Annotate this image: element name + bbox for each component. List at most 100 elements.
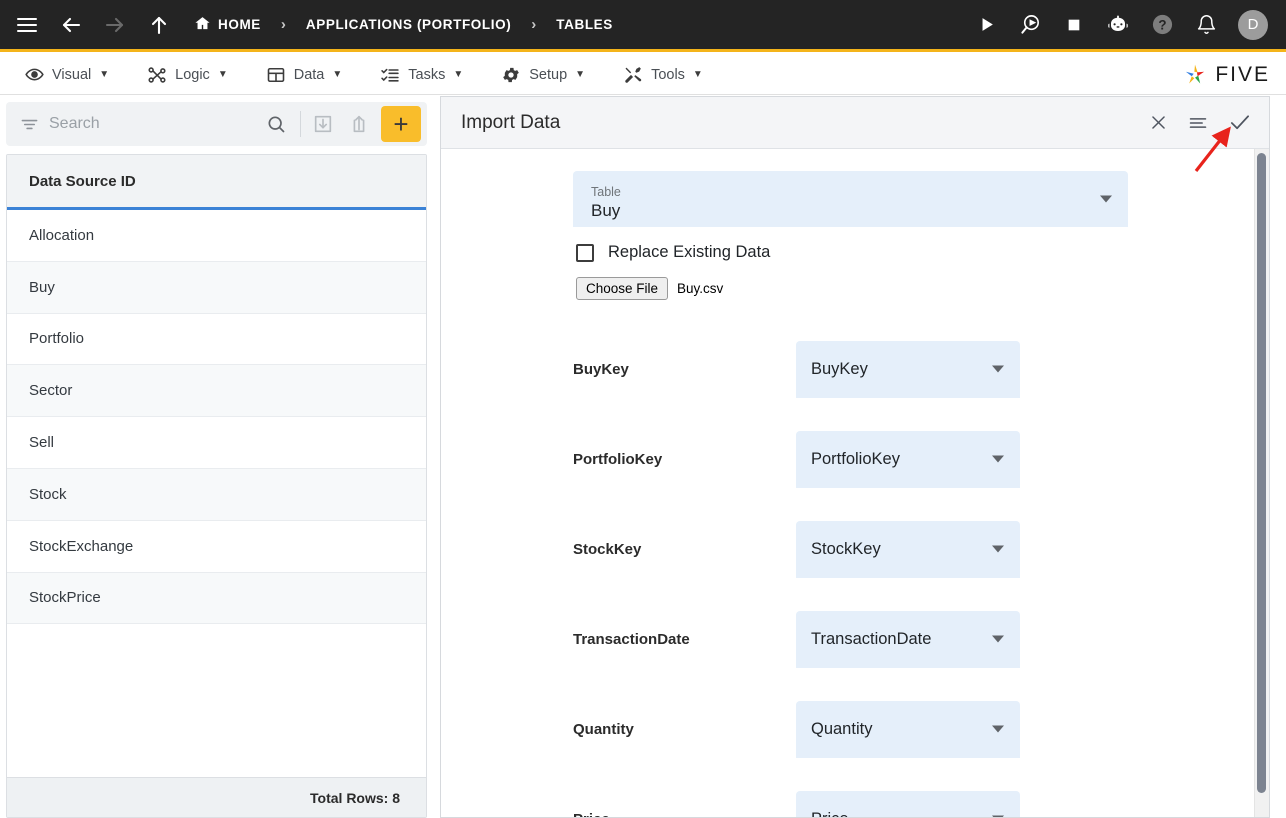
breadcrumb-item-tables[interactable]: TABLES — [550, 17, 619, 32]
chevron-down-icon[interactable] — [992, 365, 1004, 373]
robot-icon[interactable] — [1098, 8, 1138, 42]
list-item[interactable]: Sell — [7, 417, 426, 469]
divider — [300, 111, 301, 137]
list-item[interactable]: Sector — [7, 365, 426, 418]
data-source-grid: Data Source ID Allocation Buy Portfolio … — [6, 154, 427, 818]
mapping-label: Price — [441, 811, 663, 818]
mapping-label: TransactionDate — [573, 630, 690, 648]
chevron-down-icon: ▼ — [575, 69, 586, 80]
mapping-row: Quantity Quantity — [441, 684, 1269, 774]
logic-nodes-icon — [147, 65, 167, 85]
breadcrumb-item-home[interactable]: HOME — [188, 15, 267, 35]
add-data-source-button[interactable]: + — [381, 106, 421, 142]
mapping-row: BuyKey BuyKey — [441, 324, 1269, 414]
list-item[interactable]: Allocation — [7, 210, 426, 262]
chevron-down-icon[interactable] — [992, 635, 1004, 643]
menu-item-logic[interactable]: Logic ▼ — [134, 55, 241, 94]
replace-existing-data-row[interactable]: Replace Existing Data — [576, 243, 1269, 262]
menu-label: Setup — [529, 66, 568, 83]
import-icon[interactable] — [305, 106, 341, 142]
user-avatar[interactable]: D — [1238, 9, 1268, 40]
five-pinwheel-icon — [1186, 64, 1205, 83]
confirm-check-icon[interactable] — [1228, 111, 1251, 134]
table-select-row: Table Buy — [573, 171, 1128, 227]
panel-body: Table Buy Replace Existing Data Choose F… — [441, 149, 1269, 817]
up-arrow-icon[interactable] — [142, 8, 176, 42]
wrench-screwdriver-icon — [623, 65, 643, 85]
search-icon[interactable] — [256, 114, 296, 134]
chevron-down-icon[interactable] — [992, 815, 1004, 817]
menu-item-setup[interactable]: Setup ▼ — [488, 55, 598, 94]
list-item[interactable]: Buy — [7, 261, 426, 314]
export-icon[interactable] — [341, 106, 377, 142]
hamburger-menu-icon[interactable] — [10, 8, 44, 42]
menu-item-tools[interactable]: Tools ▼ — [610, 55, 716, 94]
chevron-down-icon[interactable] — [1100, 195, 1112, 203]
table-grid-icon — [266, 65, 286, 85]
menu-label: Data — [293, 66, 325, 83]
help-icon[interactable]: ? — [1142, 8, 1182, 42]
mapping-label: Quantity — [573, 720, 634, 738]
mapping-label: BuyKey — [573, 360, 629, 378]
list-item[interactable]: StockExchange — [7, 520, 426, 573]
mapping-row: StockKey StockKey — [441, 504, 1269, 594]
breadcrumb: HOME › APPLICATIONS (PORTFOLIO) › TABLES — [188, 15, 619, 35]
bell-icon[interactable] — [1186, 8, 1226, 42]
filter-icon[interactable] — [12, 115, 49, 134]
close-icon[interactable] — [1149, 113, 1168, 132]
replace-existing-data-checkbox[interactable] — [576, 243, 594, 262]
list-item[interactable]: StockPrice — [7, 572, 426, 625]
panel-actions — [1149, 111, 1251, 134]
column-mapping-list: BuyKey BuyKey PortfolioKey PortfolioKey … — [441, 324, 1269, 817]
vertical-scrollbar-track[interactable] — [1254, 149, 1269, 817]
chevron-down-icon[interactable] — [992, 455, 1004, 463]
menu-item-visual[interactable]: Visual ▼ — [12, 55, 122, 94]
choose-file-button[interactable]: Choose File — [576, 277, 669, 300]
forward-arrow-icon[interactable] — [98, 8, 132, 42]
back-arrow-icon[interactable] — [54, 8, 88, 42]
replace-existing-data-label: Replace Existing Data — [608, 243, 771, 261]
mapping-select[interactable]: BuyKey — [796, 340, 1020, 398]
mapping-value: Price — [811, 810, 849, 818]
mapping-value: BuyKey — [811, 359, 868, 378]
total-rows-label: Total Rows: 8 — [7, 777, 426, 817]
application-menu-bar: Visual ▼ Logic ▼ Data ▼ Tasks ▼ Setup ▼ … — [0, 55, 1286, 95]
mapping-select[interactable]: StockKey — [796, 520, 1020, 578]
breadcrumb-separator: › — [531, 16, 537, 33]
menu-item-data[interactable]: Data ▼ — [253, 55, 356, 94]
panel-header: Import Data — [441, 97, 1269, 149]
mapping-label: PortfolioKey — [573, 450, 663, 468]
play-icon[interactable] — [966, 8, 1006, 42]
grid-column-header-data-source-id[interactable]: Data Source ID — [7, 155, 426, 210]
gear-icon — [501, 65, 521, 85]
sidebar-search-bar: + — [6, 102, 427, 146]
mapping-select[interactable]: PortfolioKey — [796, 430, 1020, 488]
vertical-scrollbar-thumb[interactable] — [1257, 153, 1266, 793]
menu-item-tasks[interactable]: Tasks ▼ — [367, 55, 476, 94]
mapping-row: Price Price — [441, 774, 1269, 817]
debug-run-icon[interactable] — [1010, 8, 1050, 42]
table-select[interactable]: Table Buy — [573, 171, 1128, 227]
search-input[interactable] — [49, 115, 256, 133]
chevron-down-icon: ▼ — [99, 69, 110, 80]
chevron-down-icon[interactable] — [992, 545, 1004, 553]
menu-label: Logic — [175, 66, 210, 83]
selected-file-name: Buy.csv — [677, 281, 724, 296]
mapping-select[interactable]: TransactionDate — [796, 610, 1020, 668]
chevron-down-icon[interactable] — [992, 725, 1004, 733]
list-item[interactable]: Portfolio — [7, 313, 426, 366]
checklist-icon — [380, 65, 400, 85]
menu-label: Tasks — [408, 66, 446, 83]
mapping-label: StockKey — [573, 540, 642, 558]
page-title: Import Data — [461, 111, 561, 133]
mapping-value: PortfolioKey — [811, 449, 900, 468]
mapping-select[interactable]: Quantity — [796, 700, 1020, 758]
chevron-down-icon: ▼ — [332, 69, 343, 80]
list-item[interactable]: Stock — [7, 468, 426, 521]
stop-icon[interactable] — [1054, 8, 1094, 42]
mapping-value: TransactionDate — [811, 629, 932, 648]
mapping-value: Quantity — [811, 719, 873, 738]
mapping-select[interactable]: Price — [796, 790, 1020, 818]
breadcrumb-item-applications[interactable]: APPLICATIONS (PORTFOLIO) — [300, 17, 517, 32]
menu-icon[interactable] — [1188, 113, 1208, 133]
